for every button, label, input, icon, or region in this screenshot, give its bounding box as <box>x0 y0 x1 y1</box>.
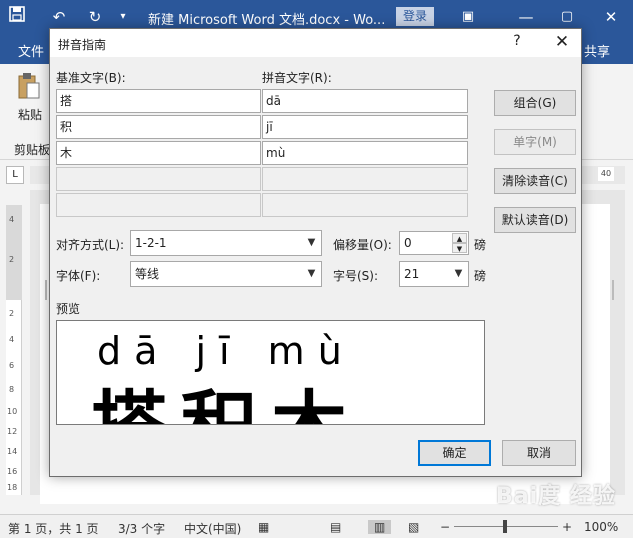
ruler-number: 4 <box>9 215 15 224</box>
page-count[interactable]: 第 1 页，共 1 页 <box>8 520 99 537</box>
word-count[interactable]: 3/3 个字 <box>118 520 165 537</box>
minimize-icon[interactable]: — <box>515 6 537 28</box>
save-icon[interactable] <box>6 6 28 28</box>
language-indicator[interactable]: 中文(中国) <box>184 520 241 537</box>
dialog-title: 拼音指南 <box>58 38 107 52</box>
alignment-value: 1-2-1 <box>135 236 167 250</box>
document-title: 新建 Microsoft Word 文档.docx - Wo... <box>148 13 386 28</box>
ruler-number: 18 <box>7 483 18 492</box>
base-text-field[interactable]: 木 <box>56 141 261 165</box>
status-bar: 第 1 页，共 1 页 3/3 个字 中文(中国) ▦ ▤ ▥ ▧ − + 10… <box>0 514 633 538</box>
clipboard-group-label: 剪贴板 <box>14 143 51 157</box>
ruler-number: 8 <box>9 385 15 394</box>
ok-button[interactable]: 确定 <box>418 440 491 466</box>
dialog-title-bar: 拼音指南 ? ✕ <box>50 29 581 57</box>
chevron-down-icon[interactable]: ▼ <box>450 263 467 285</box>
preview-pinyin: dā jī mù <box>97 329 355 373</box>
ruler-number: 12 <box>7 427 18 436</box>
print-layout-icon[interactable]: ▥ <box>368 520 392 534</box>
login-button[interactable]: 登录 <box>396 7 434 26</box>
ruler-number: 6 <box>9 361 15 370</box>
tab-selector[interactable]: L <box>6 166 24 184</box>
alignment-select[interactable]: 1-2-1 ▼ <box>130 230 322 256</box>
spin-down-icon[interactable]: ▼ <box>452 243 467 253</box>
ruler-number: 2 <box>9 255 15 264</box>
base-text-field[interactable]: 积 <box>56 115 261 139</box>
preview-box: dā jī mù 搭积木 <box>56 320 485 425</box>
tab-file[interactable]: 文件 <box>18 41 44 60</box>
font-value: 等线 <box>135 267 160 281</box>
ruby-text-field-disabled <box>262 167 468 191</box>
ruler-number: 2 <box>9 309 15 318</box>
preview-label: 预览 <box>56 302 81 316</box>
ribbon-display-icon[interactable]: ▣ <box>457 6 479 28</box>
zoom-in-button[interactable]: + <box>562 520 572 534</box>
mono-button[interactable]: 单字(M) <box>494 129 576 155</box>
ruler-number: 16 <box>7 467 18 476</box>
paste-label[interactable]: 粘贴 <box>18 106 42 123</box>
undo-icon[interactable]: ↶ <box>48 6 70 28</box>
spin-up-icon[interactable]: ▲ <box>452 233 467 243</box>
macro-record-icon[interactable]: ▦ <box>258 520 269 534</box>
redo-icon[interactable]: ↻ <box>84 6 106 28</box>
page-corner-mark <box>612 280 614 300</box>
baidu-watermark: Bai度 经验 <box>496 484 616 509</box>
close-icon[interactable]: ✕ <box>551 31 573 53</box>
customize-toolbar-icon[interactable]: ▾ <box>112 6 134 28</box>
preview-characters: 搭积木 <box>91 379 361 424</box>
phonetic-guide-dialog: 拼音指南 ? ✕ 基准文字(B): 拼音文字(R): 搭 dā 积 jī 木 m… <box>49 28 582 477</box>
window-close-icon[interactable]: ✕ <box>600 6 622 28</box>
size-value: 21 <box>404 267 420 281</box>
chevron-down-icon[interactable]: ▼ <box>303 263 320 285</box>
base-text-field[interactable]: 搭 <box>56 89 261 113</box>
page-corner-mark <box>45 280 47 300</box>
zoom-slider-thumb[interactable] <box>503 520 507 533</box>
zoom-level[interactable]: 100% <box>584 520 618 534</box>
chevron-down-icon[interactable]: ▼ <box>303 232 320 254</box>
vertical-ruler[interactable]: 4 2 2 4 6 8 10 12 14 16 18 <box>6 205 22 495</box>
ruby-text-field[interactable]: mù <box>262 141 468 165</box>
ruby-text-label: 拼音文字(R): <box>262 71 332 85</box>
cancel-button[interactable]: 取消 <box>502 440 576 466</box>
size-unit: 磅 <box>474 269 487 283</box>
base-text-field-disabled <box>56 167 261 191</box>
ruler-number: 40 <box>598 167 614 181</box>
group-button[interactable]: 组合(G) <box>494 90 576 116</box>
offset-unit: 磅 <box>474 238 487 252</box>
ruby-text-field-disabled <box>262 193 468 217</box>
clear-phonetic-button[interactable]: 清除读音(C) <box>494 168 576 194</box>
ruler-number: 14 <box>7 447 18 456</box>
paste-icon[interactable] <box>17 72 41 100</box>
web-layout-icon[interactable]: ▧ <box>408 520 419 534</box>
offset-spinner[interactable]: 0 ▲ ▼ <box>399 231 469 255</box>
ruby-text-field[interactable]: jī <box>262 115 468 139</box>
default-phonetic-button[interactable]: 默认读音(D) <box>494 207 576 233</box>
ruler-number: 4 <box>9 335 15 344</box>
zoom-out-button[interactable]: − <box>440 520 450 534</box>
read-mode-icon[interactable]: ▤ <box>330 520 341 534</box>
size-label: 字号(S): <box>333 269 379 283</box>
font-select[interactable]: 等线 ▼ <box>130 261 322 287</box>
ruby-text-field[interactable]: dā <box>262 89 468 113</box>
help-icon[interactable]: ? <box>508 33 526 53</box>
offset-value: 0 <box>404 236 412 250</box>
alignment-label: 对齐方式(L): <box>56 238 125 252</box>
maximize-icon[interactable]: ▢ <box>556 6 578 28</box>
font-label: 字体(F): <box>56 269 101 283</box>
offset-label: 偏移量(O): <box>333 238 392 252</box>
share-button[interactable]: 共享 <box>584 41 610 60</box>
base-text-field-disabled <box>56 193 261 217</box>
size-select[interactable]: 21 ▼ <box>399 261 469 287</box>
base-text-label: 基准文字(B): <box>56 71 126 85</box>
ruler-number: 10 <box>7 407 18 416</box>
